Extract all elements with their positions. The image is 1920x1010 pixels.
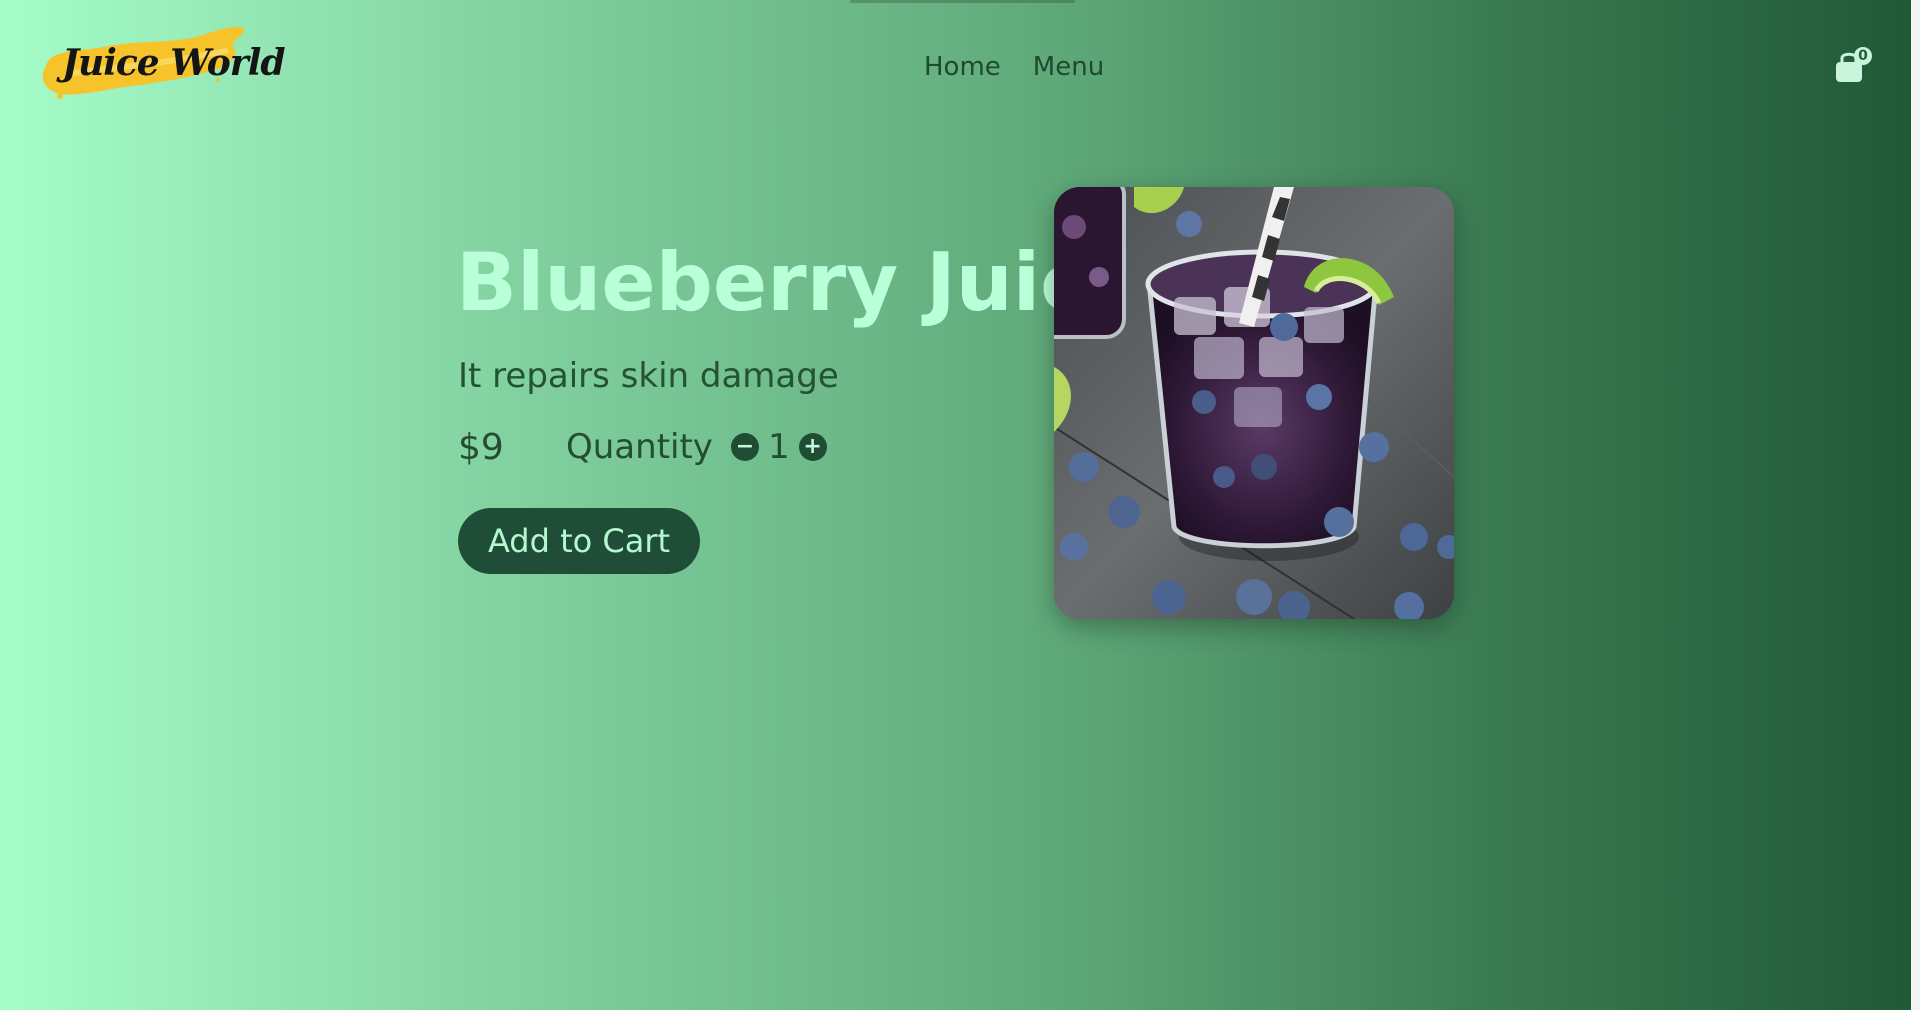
add-to-cart-button[interactable]: Add to Cart xyxy=(458,508,700,574)
product-description: It repairs skin damage xyxy=(458,356,839,396)
quantity-value: 1 xyxy=(767,427,790,467)
plus-icon: + xyxy=(803,434,822,459)
product-price: $9 xyxy=(458,426,504,468)
main-nav: Home Menu xyxy=(924,52,1104,82)
product-title: Blueberry Juice xyxy=(456,236,1142,329)
cart-count-badge: 0 xyxy=(1854,47,1872,65)
scrollbar-track[interactable] xyxy=(1911,0,1920,1010)
decrease-quantity-button[interactable]: − xyxy=(730,433,759,461)
nav-link-menu[interactable]: Menu xyxy=(1033,52,1104,82)
minus-icon: − xyxy=(735,434,755,459)
logo-text: Juice World xyxy=(62,42,286,84)
price-quantity-row: $9 Quantity − 1 + xyxy=(458,424,827,470)
cart-button[interactable]: 0 xyxy=(1834,47,1874,84)
nav-link-home[interactable]: Home xyxy=(924,52,1001,82)
logo[interactable]: Juice World xyxy=(38,22,286,106)
increase-quantity-button[interactable]: + xyxy=(798,433,827,461)
site-header: Juice World Home Menu 0 xyxy=(0,0,1911,140)
blueberry-juice-photo xyxy=(1054,187,1454,619)
quantity-label: Quantity xyxy=(566,427,713,467)
product-image xyxy=(1054,187,1454,619)
